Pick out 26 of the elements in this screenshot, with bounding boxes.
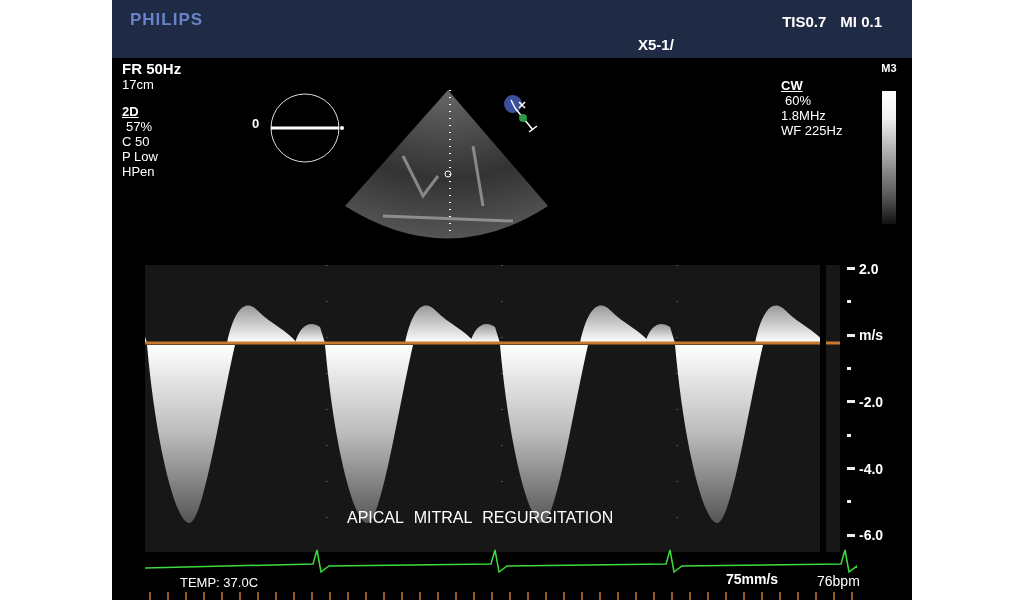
probe-name: X5-1/ [638,35,674,53]
param-value: 60% [784,93,813,108]
mode-label: 2D [122,104,140,119]
param-value: WF 225Hz [781,123,844,138]
param-value: 1.8MHz [781,108,827,123]
param-value: 57% [125,119,154,134]
angle-label: 0 [252,116,260,131]
mechanical-index: MI 0.1 [840,13,882,30]
axis-label: -2.0 [859,393,884,410]
study-caption: APICAL MITRAL REGURGITATION [347,509,614,527]
frame-rate: FR 50Hz [122,61,183,77]
axis-label: m/s [859,327,884,344]
thermal-index: TIS0.7 [782,13,827,30]
mode-label: CW [781,78,804,93]
map-label: M3 [881,62,897,74]
axis-label: -4.0 [859,460,884,477]
temperature-reading: TEMP: 37.0C [180,575,259,590]
brand-logo: PHILIPS [130,10,205,30]
depth-value: 17cm [122,77,155,92]
heart-rate: 76bpm [817,573,860,589]
axis-label: 2.0 [859,260,879,277]
sweep-speed: 75mm/s [726,571,779,587]
param-value: C 50 [122,134,151,149]
param-value: HPen [122,164,156,179]
axis-label: -6.0 [859,527,884,544]
param-value: P Low [122,149,159,164]
